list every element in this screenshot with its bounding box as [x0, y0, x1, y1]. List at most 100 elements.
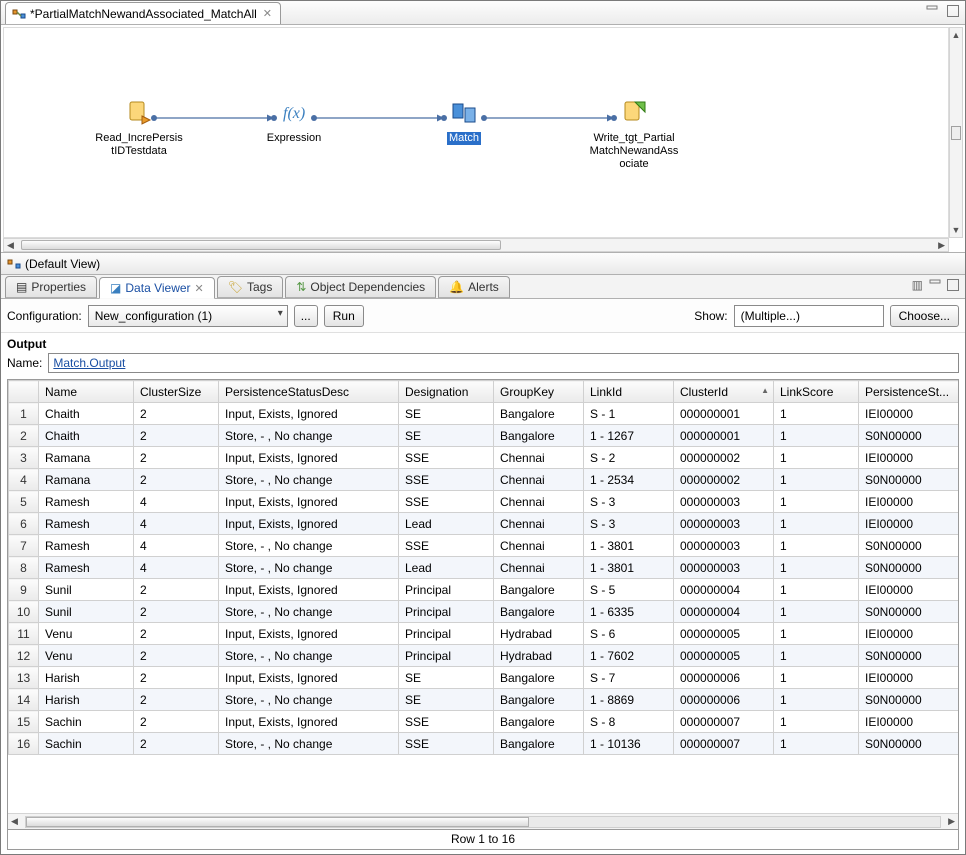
column-header[interactable]: Name	[39, 381, 134, 403]
cell[interactable]: Input, Exists, Ignored	[219, 491, 399, 513]
output-name-link[interactable]: Match.Output	[53, 356, 125, 370]
cell[interactable]: IEI00000	[859, 513, 959, 535]
cell[interactable]: 4	[134, 535, 219, 557]
cell[interactable]: 1	[774, 645, 859, 667]
column-header[interactable]: LinkId	[584, 381, 674, 403]
cell[interactable]: Sunil	[39, 579, 134, 601]
tab-tags[interactable]: 🏷 Tags	[217, 276, 284, 298]
row-number[interactable]: 5	[9, 491, 39, 513]
cell[interactable]: Venu	[39, 645, 134, 667]
cell[interactable]: 000000002	[674, 469, 774, 491]
cell[interactable]: Bangalore	[494, 667, 584, 689]
row-number[interactable]: 3	[9, 447, 39, 469]
table-row[interactable]: 4Ramana2Store, - , No changeSSEChennai1 …	[9, 469, 959, 491]
cell[interactable]: Lead	[399, 513, 494, 535]
cell[interactable]: Chennai	[494, 447, 584, 469]
cell[interactable]: S - 1	[584, 403, 674, 425]
table-row[interactable]: 15Sachin2Input, Exists, IgnoredSSEBangal…	[9, 711, 959, 733]
show-filter-field[interactable]: (Multiple...)	[734, 305, 884, 327]
row-number[interactable]: 13	[9, 667, 39, 689]
cell[interactable]: SSE	[399, 711, 494, 733]
cell[interactable]: Bangalore	[494, 689, 584, 711]
row-number[interactable]: 11	[9, 623, 39, 645]
row-number[interactable]: 16	[9, 733, 39, 755]
row-number[interactable]: 12	[9, 645, 39, 667]
table-row[interactable]: 16Sachin2Store, - , No changeSSEBangalor…	[9, 733, 959, 755]
cell[interactable]: 1	[774, 733, 859, 755]
cell[interactable]: SE	[399, 425, 494, 447]
cell[interactable]: 2	[134, 711, 219, 733]
table-row[interactable]: 9Sunil2Input, Exists, IgnoredPrincipalBa…	[9, 579, 959, 601]
cell[interactable]: Chennai	[494, 491, 584, 513]
scroll-down-icon[interactable]: ▼	[949, 225, 964, 235]
cell[interactable]: Input, Exists, Ignored	[219, 403, 399, 425]
table-row[interactable]: 10Sunil2Store, - , No changePrincipalBan…	[9, 601, 959, 623]
cell[interactable]: Store, - , No change	[219, 557, 399, 579]
tab-properties[interactable]: ▤ Properties	[5, 276, 97, 298]
cell[interactable]: SE	[399, 403, 494, 425]
cell[interactable]: Store, - , No change	[219, 689, 399, 711]
cell[interactable]: 1	[774, 557, 859, 579]
cell[interactable]: Store, - , No change	[219, 733, 399, 755]
cell[interactable]: 1 - 10136	[584, 733, 674, 755]
cell[interactable]: 2	[134, 623, 219, 645]
run-button[interactable]: Run	[324, 305, 364, 327]
panel-menu-icon[interactable]: ▥	[912, 278, 923, 292]
cell[interactable]: 2	[134, 579, 219, 601]
scroll-left-icon[interactable]: ◀	[8, 816, 21, 827]
column-header[interactable]: ClusterSize	[134, 381, 219, 403]
cell[interactable]: 000000004	[674, 579, 774, 601]
hscroll-thumb[interactable]	[21, 240, 501, 250]
cell[interactable]: Principal	[399, 579, 494, 601]
cell[interactable]: Harish	[39, 667, 134, 689]
cell[interactable]: 4	[134, 491, 219, 513]
mapping-canvas[interactable]: Read_IncrePersistIDTestdata f(x) Express…	[3, 27, 949, 238]
cell[interactable]: 000000004	[674, 601, 774, 623]
cell[interactable]: Input, Exists, Ignored	[219, 667, 399, 689]
cell[interactable]: IEI00000	[859, 623, 959, 645]
cell[interactable]: S - 2	[584, 447, 674, 469]
cell[interactable]: 1	[774, 491, 859, 513]
table-row[interactable]: 2Chaith2Store, - , No changeSEBangalore1…	[9, 425, 959, 447]
panel-max-icon[interactable]	[947, 278, 959, 292]
cell[interactable]: 4	[134, 557, 219, 579]
cell[interactable]: 1 - 6335	[584, 601, 674, 623]
cell[interactable]: 2	[134, 689, 219, 711]
cell[interactable]: Lead	[399, 557, 494, 579]
cell[interactable]: 2	[134, 645, 219, 667]
cell[interactable]: Hydrabad	[494, 623, 584, 645]
cell[interactable]: 1 - 8869	[584, 689, 674, 711]
cell[interactable]: S0N00000	[859, 733, 959, 755]
output-name-field[interactable]: Match.Output	[48, 353, 959, 373]
cell[interactable]: 000000007	[674, 733, 774, 755]
cell[interactable]: Chennai	[494, 469, 584, 491]
row-number[interactable]: 6	[9, 513, 39, 535]
cell[interactable]: 000000006	[674, 689, 774, 711]
cell[interactable]: S - 5	[584, 579, 674, 601]
cell[interactable]: SE	[399, 667, 494, 689]
close-tab-button[interactable]: ✕	[261, 7, 274, 20]
row-number[interactable]: 2	[9, 425, 39, 447]
cell[interactable]: Ramana	[39, 447, 134, 469]
cell[interactable]: Chennai	[494, 557, 584, 579]
cell[interactable]: 1	[774, 535, 859, 557]
cell[interactable]: Input, Exists, Ignored	[219, 711, 399, 733]
cell[interactable]: SSE	[399, 447, 494, 469]
cell[interactable]: Bangalore	[494, 601, 584, 623]
cell[interactable]: Sachin	[39, 733, 134, 755]
cell[interactable]: SE	[399, 689, 494, 711]
cell[interactable]: 000000007	[674, 711, 774, 733]
tab-alerts[interactable]: 🔔 Alerts	[438, 276, 510, 298]
table-row[interactable]: 14Harish2Store, - , No changeSEBangalore…	[9, 689, 959, 711]
cell[interactable]: 2	[134, 425, 219, 447]
column-header[interactable]: ClusterId	[674, 381, 774, 403]
cell[interactable]: 000000006	[674, 667, 774, 689]
cell[interactable]: S - 3	[584, 513, 674, 535]
cell[interactable]: Hydrabad	[494, 645, 584, 667]
cell[interactable]: 2	[134, 403, 219, 425]
cell[interactable]: Store, - , No change	[219, 601, 399, 623]
configuration-browse-button[interactable]: ...	[294, 305, 318, 327]
view-label[interactable]: (Default View)	[25, 257, 100, 271]
cell[interactable]: 1	[774, 469, 859, 491]
table-row[interactable]: 5Ramesh4Input, Exists, IgnoredSSEChennai…	[9, 491, 959, 513]
